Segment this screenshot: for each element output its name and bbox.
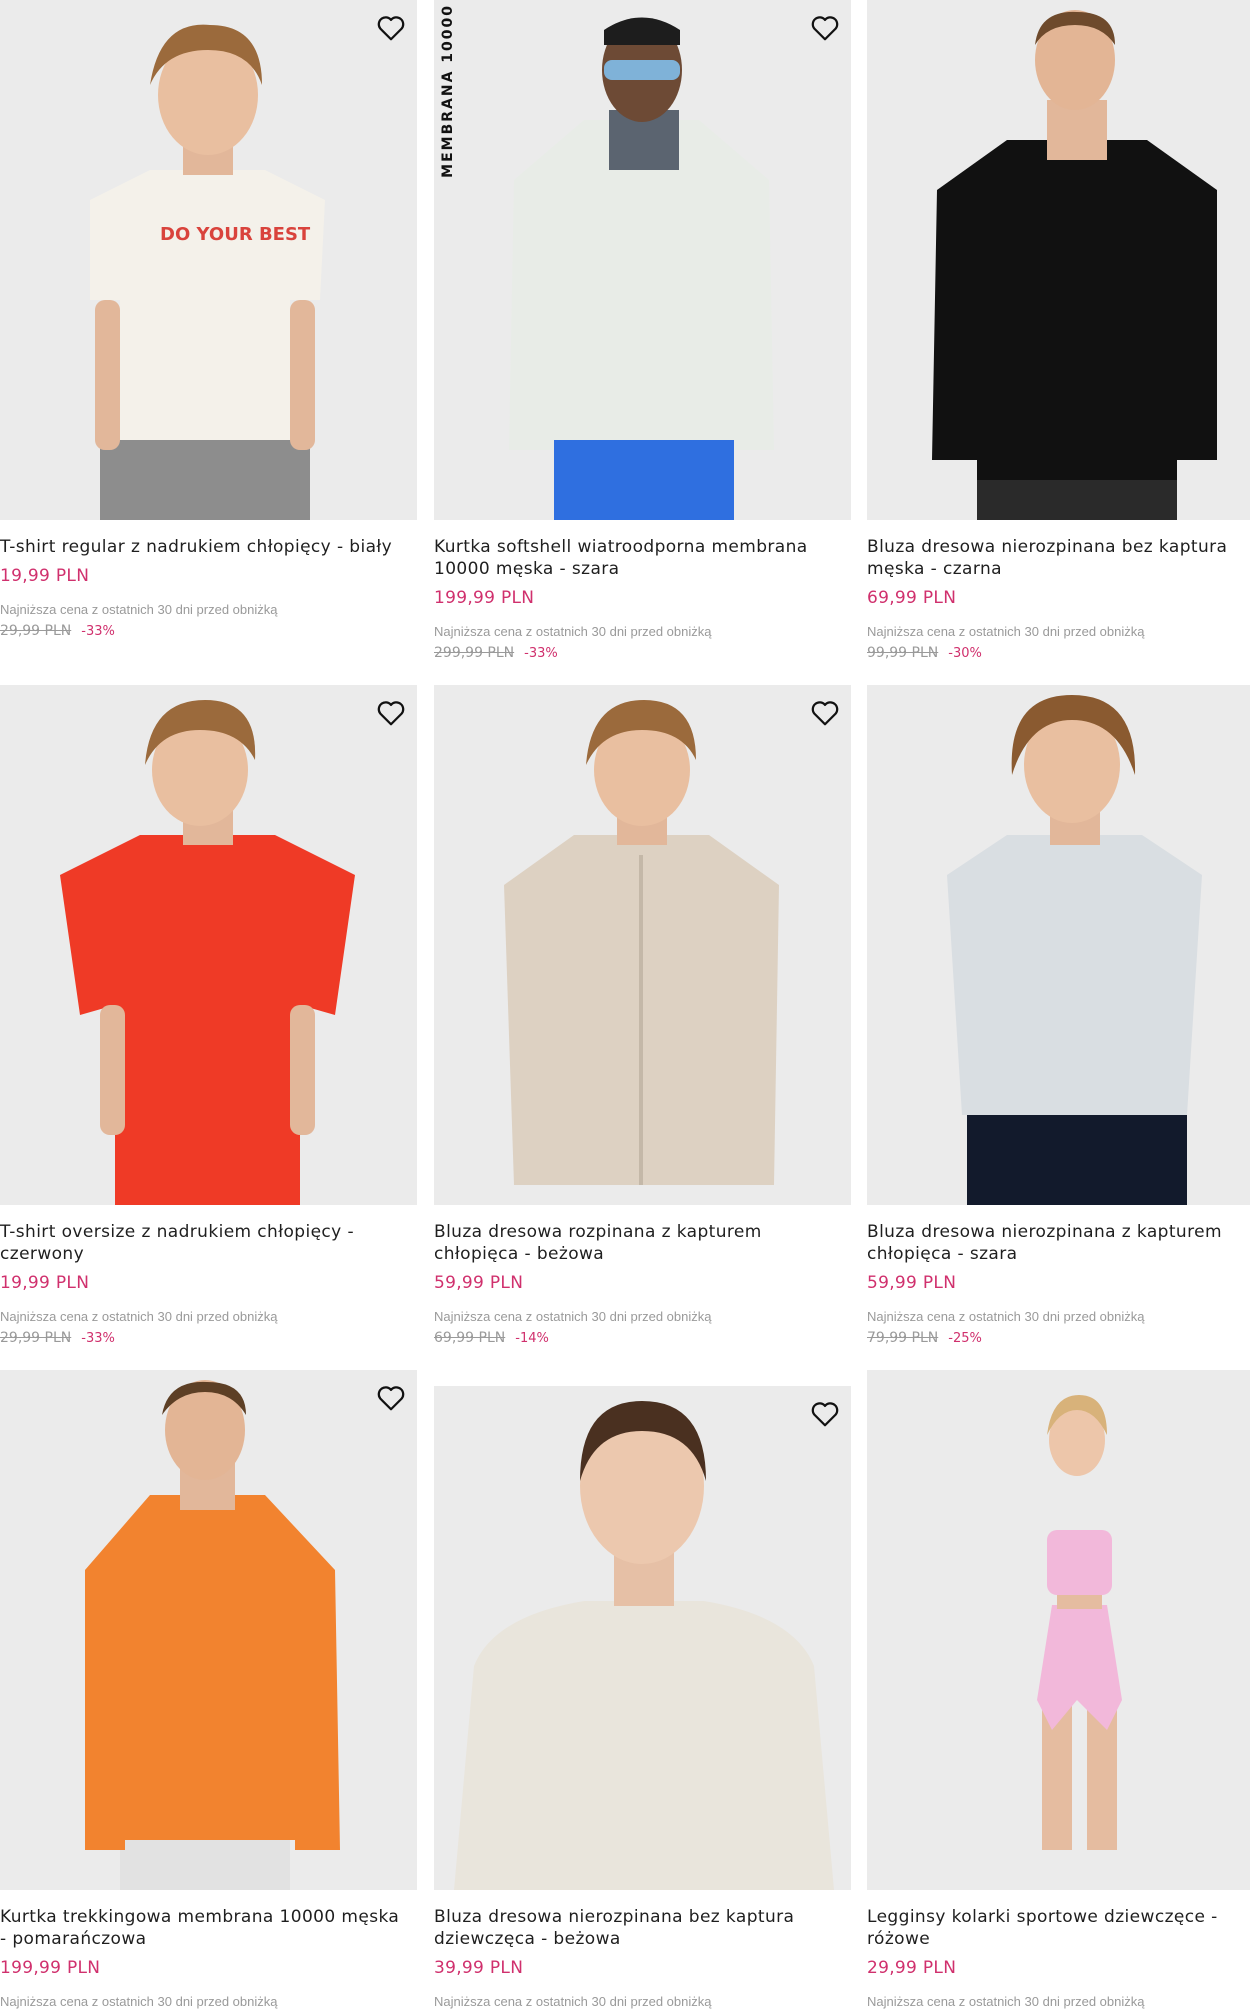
wishlist-button[interactable]	[373, 695, 409, 731]
wishlist-button[interactable]	[373, 10, 409, 46]
heart-icon	[811, 16, 839, 41]
print-text: DO YOUR BEST	[160, 224, 311, 245]
discount-badge: -30%	[948, 645, 982, 661]
product-image[interactable]: MEMBRANA 10000	[434, 0, 851, 520]
lowest-price-label: Najniższa cena z ostatnich 30 dni przed …	[0, 602, 278, 617]
product-image[interactable]	[0, 685, 417, 1205]
lowest-price-label: Najniższa cena z ostatnich 30 dni przed …	[0, 1309, 278, 1324]
product-title[interactable]: Kurtka softshell wiatroodporna membrana …	[434, 536, 844, 580]
wishlist-button[interactable]	[807, 695, 843, 731]
product-title[interactable]: Bluza dresowa nierozpinana z kapturem ch…	[867, 1221, 1250, 1265]
product-card[interactable]: Bluza dresowa nierozpinana bez kaptura d…	[434, 1370, 851, 2009]
heart-icon	[377, 1386, 405, 1411]
heart-icon	[811, 701, 839, 726]
product-card[interactable]: DO YOUR BEST T-shirt regular z nadrukiem…	[0, 0, 417, 639]
product-image[interactable]	[434, 685, 851, 1205]
wishlist-button[interactable]	[807, 1396, 843, 1432]
lowest-price-label: Najniższa cena z ostatnich 30 dni przed …	[0, 1994, 278, 2009]
discount-badge: -25%	[948, 1330, 982, 1346]
product-price: 19,99 PLN	[0, 1273, 90, 1293]
product-image[interactable]	[0, 1370, 417, 1890]
product-image[interactable]	[867, 685, 1250, 1205]
product-card[interactable]: Bluza dresowa nierozpinana z kapturem ch…	[867, 685, 1250, 1346]
product-price: 69,99 PLN	[867, 588, 957, 608]
product-card[interactable]: T-shirt oversize z nadrukiem chłopięcy -…	[0, 685, 417, 1346]
lowest-price-label: Najniższa cena z ostatnich 30 dni przed …	[434, 1309, 712, 1324]
wishlist-button[interactable]	[807, 10, 843, 46]
discount-badge: -33%	[81, 1330, 115, 1346]
membrane-badge: MEMBRANA 10000	[440, 4, 456, 178]
wishlist-button[interactable]	[373, 1380, 409, 1416]
product-title[interactable]: Kurtka trekkingowa membrana 10000 męska …	[0, 1906, 410, 1950]
discount-badge: -33%	[81, 623, 115, 639]
old-price: 69,99 PLN	[434, 1330, 506, 1346]
heart-icon	[811, 1402, 839, 1427]
product-title[interactable]: Bluza dresowa nierozpinana bez kaptura d…	[434, 1906, 844, 1950]
old-price: 29,99 PLN	[0, 1330, 72, 1346]
product-price: 199,99 PLN	[0, 1958, 101, 1978]
product-title[interactable]: T-shirt regular z nadrukiem chłopięcy - …	[0, 536, 410, 558]
product-title[interactable]: Legginsy kolarki sportowe dziewczęce - r…	[867, 1906, 1250, 1950]
product-card[interactable]: Bluza dresowa nierozpinana bez kaptura m…	[867, 0, 1250, 661]
product-card[interactable]: Kurtka trekkingowa membrana 10000 męska …	[0, 1370, 417, 2009]
product-image[interactable]	[434, 1386, 851, 1890]
product-card[interactable]: Bluza dresowa rozpinana z kapturem chłop…	[434, 685, 851, 1346]
product-title[interactable]: Bluza dresowa nierozpinana bez kaptura m…	[867, 536, 1250, 580]
discount-badge: -14%	[515, 1330, 549, 1346]
product-title[interactable]: T-shirt oversize z nadrukiem chłopięcy -…	[0, 1221, 410, 1265]
lowest-price-label: Najniższa cena z ostatnich 30 dni przed …	[867, 624, 1145, 639]
product-price: 19,99 PLN	[0, 566, 90, 586]
heart-icon	[377, 16, 405, 41]
product-grid: DO YOUR BEST T-shirt regular z nadrukiem…	[0, 0, 1250, 2014]
lowest-price-label: Najniższa cena z ostatnich 30 dni przed …	[867, 1994, 1145, 2009]
product-image[interactable]	[867, 1370, 1250, 1890]
old-price: 29,99 PLN	[0, 623, 72, 639]
old-price: 299,99 PLN	[434, 645, 515, 661]
lowest-price-label: Najniższa cena z ostatnich 30 dni przed …	[434, 1994, 712, 2009]
product-price: 39,99 PLN	[434, 1958, 524, 1978]
old-price: 99,99 PLN	[867, 645, 939, 661]
old-price: 79,99 PLN	[867, 1330, 939, 1346]
product-card[interactable]: MEMBRANA 10000 Kurtka softshell wiatrood…	[434, 0, 851, 661]
product-image[interactable]: DO YOUR BEST	[0, 0, 417, 520]
product-price: 29,99 PLN	[867, 1958, 957, 1978]
product-image[interactable]	[867, 0, 1250, 520]
lowest-price-label: Najniższa cena z ostatnich 30 dni przed …	[434, 624, 712, 639]
lowest-price-label: Najniższa cena z ostatnich 30 dni przed …	[867, 1309, 1145, 1324]
heart-icon	[377, 701, 405, 726]
product-title[interactable]: Bluza dresowa rozpinana z kapturem chłop…	[434, 1221, 844, 1265]
product-price: 199,99 PLN	[434, 588, 535, 608]
product-price: 59,99 PLN	[434, 1273, 524, 1293]
product-price: 59,99 PLN	[867, 1273, 957, 1293]
discount-badge: -33%	[524, 645, 558, 661]
product-card[interactable]: Legginsy kolarki sportowe dziewczęce - r…	[867, 1370, 1250, 2009]
